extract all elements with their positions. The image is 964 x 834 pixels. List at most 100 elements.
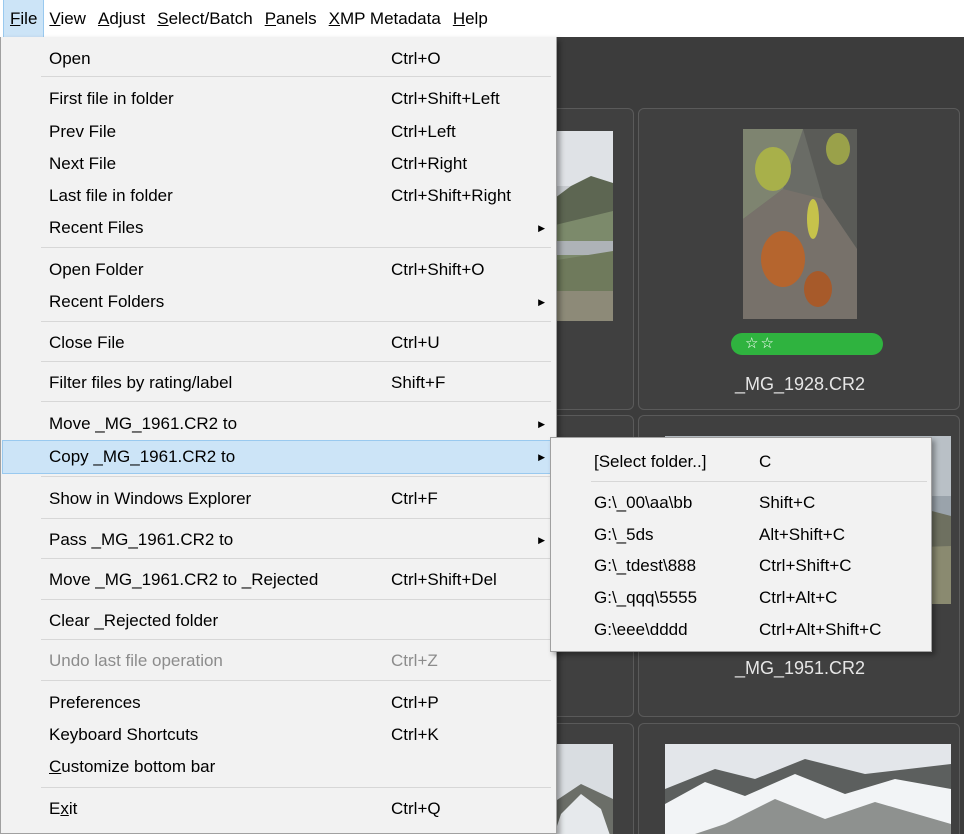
menu-label-rest: ustomize bottom bar — [61, 757, 216, 776]
menu-item-label: Next File — [49, 154, 117, 173]
menu-item-exit[interactable]: Exit Ctrl+Q — [3, 793, 555, 825]
menu-file[interactable]: File — [2, 0, 45, 38]
menu-help[interactable]: Help — [447, 0, 494, 37]
menu-item-label: Open Folder — [49, 260, 144, 279]
menu-item-shortcut: Ctrl+Left — [391, 122, 456, 141]
menu-item-shortcut: Ctrl+Shift+O — [391, 260, 485, 279]
menu-item-keyboard-shortcuts[interactable]: Keyboard Shortcuts Ctrl+K — [3, 719, 555, 751]
menu-item-filter-files[interactable]: Filter files by rating/label Shift+F — [3, 367, 555, 399]
menu-item-undo: Undo last file operation Ctrl+Z — [3, 645, 555, 677]
submenu-item-folder[interactable]: G:\_tdest\888 Ctrl+Shift+C — [553, 551, 929, 581]
menu-file-rest: ile — [20, 9, 38, 28]
menu-item-pass-to[interactable]: Pass _MG_1961.CR2 to ▶ — [3, 524, 555, 556]
submenu-item-shortcut: Shift+C — [759, 493, 816, 512]
menu-item-next-file[interactable]: Next File Ctrl+Right — [3, 148, 555, 180]
menu-item-label: Move _MG_1961.CR2 to _Rejected — [49, 570, 319, 589]
menu-item-label: Copy _MG_1961.CR2 to — [49, 447, 236, 466]
menu-item-shortcut: Ctrl+O — [391, 49, 441, 68]
submenu-arrow-icon: ▶ — [538, 419, 545, 429]
thumbnail-image-1928 — [743, 129, 857, 319]
menu-panels[interactable]: Panels — [259, 0, 323, 37]
menu-item-copy-to[interactable]: Copy _MG_1961.CR2 to ▶ — [2, 440, 556, 474]
menu-item-show-in-explorer[interactable]: Show in Windows Explorer Ctrl+F — [3, 483, 555, 515]
menu-adjust[interactable]: Adjust — [92, 0, 151, 37]
submenu-item-folder[interactable]: G:\_qqq\5555 Ctrl+Alt+C — [553, 583, 929, 613]
submenu-item-shortcut: Alt+Shift+C — [759, 525, 845, 544]
menu-item-prev-file[interactable]: Prev File Ctrl+Left — [3, 116, 555, 148]
menu-item-label: Recent Folders — [49, 292, 165, 311]
menu-view-accel: V — [49, 9, 61, 28]
rating-badge[interactable]: ☆☆ — [731, 333, 883, 355]
menu-select-batch[interactable]: Select/Batch — [151, 0, 258, 37]
menu-xmp-rest: MP Metadata — [340, 9, 441, 28]
menu-adjust-rest: djust — [109, 9, 146, 28]
menu-item-label: Recent Files — [49, 218, 144, 237]
menu-item-clear-rejected[interactable]: Clear _Rejected folder — [3, 605, 555, 637]
menu-separator — [41, 787, 551, 788]
submenu-item-select-folder[interactable]: [Select folder..] C — [553, 447, 929, 477]
menu-item-shortcut: Ctrl+Q — [391, 799, 441, 818]
thumbnail-cell-1928[interactable]: ☆☆ _MG_1928.CR2 — [638, 108, 960, 410]
menu-panels-accel: P — [264, 9, 277, 28]
thumbnail-cell[interactable] — [638, 723, 960, 834]
submenu-item-folder[interactable]: G:\_00\aa\bb Shift+C — [553, 488, 929, 518]
menu-separator — [41, 639, 551, 640]
menu-adjust-accel: A — [97, 9, 110, 28]
menu-separator — [41, 558, 551, 559]
submenu-item-label: G:\_qqq\5555 — [594, 588, 698, 607]
menu-separator — [41, 321, 551, 322]
menu-item-move-to[interactable]: Move _MG_1961.CR2 to ▶ — [3, 408, 555, 440]
menu-xmp-metadata[interactable]: XMP Metadata — [323, 0, 447, 37]
submenu-arrow-icon: ▶ — [538, 535, 545, 545]
rating-stars: ☆☆ — [745, 335, 776, 352]
submenu-arrow-icon: ▶ — [538, 223, 545, 233]
menu-item-label: Preferences — [49, 693, 141, 712]
menu-item-label: Filter files by rating/label — [49, 373, 233, 392]
menu-item-label: Clear _Rejected folder — [49, 611, 219, 630]
menu-view-rest: iew — [60, 9, 86, 28]
menu-panels-rest: anels — [276, 9, 317, 28]
menu-separator — [41, 361, 551, 362]
menu-item-shortcut: Ctrl+F — [391, 489, 438, 508]
menu-accel-letter: C — [49, 757, 62, 776]
menu-select-batch-accel: S — [157, 9, 169, 28]
menu-separator — [591, 481, 927, 482]
menu-item-label: Open — [49, 49, 91, 68]
menu-accel-letter: x — [60, 799, 69, 818]
thumbnail-image — [551, 131, 613, 321]
submenu-item-shortcut: Ctrl+Shift+C — [759, 556, 852, 575]
menu-separator — [41, 76, 551, 77]
menu-view[interactable]: View — [43, 0, 92, 37]
menu-item-recent-folders[interactable]: Recent Folders ▶ — [3, 286, 555, 318]
menu-item-recent-files[interactable]: Recent Files ▶ — [3, 212, 555, 244]
menu-item-open-folder[interactable]: Open Folder Ctrl+Shift+O — [3, 254, 555, 286]
menu-separator — [41, 518, 551, 519]
menu-item-move-rejected[interactable]: Move _MG_1961.CR2 to _Rejected Ctrl+Shift… — [3, 564, 555, 596]
menu-label-rest: it — [68, 799, 78, 818]
submenu-item-shortcut: Ctrl+Alt+C — [759, 588, 838, 607]
thumbnail-image — [665, 744, 951, 834]
menu-item-label: Close File — [49, 333, 125, 352]
menu-item-shortcut: Ctrl+K — [391, 725, 439, 744]
submenu-item-folder[interactable]: G:\_5ds Alt+Shift+C — [553, 520, 929, 550]
submenu-item-folder[interactable]: G:\eee\dddd Ctrl+Alt+Shift+C — [553, 615, 929, 645]
submenu-item-shortcut: C — [759, 452, 772, 471]
menu-item-shortcut: Ctrl+Z — [391, 651, 438, 670]
menu-help-accel: H — [452, 9, 466, 28]
menu-help-rest: elp — [465, 9, 488, 28]
menu-item-open[interactable]: Open Ctrl+O — [3, 43, 555, 75]
thumbnail-filename: _MG_1928.CR2 — [734, 374, 866, 394]
menu-item-shortcut: Ctrl+Shift+Right — [391, 186, 511, 205]
menu-item-last-file[interactable]: Last file in folder Ctrl+Shift+Right — [3, 180, 555, 212]
menu-item-label: Undo last file operation — [49, 651, 223, 670]
submenu-item-label: [Select folder..] — [594, 452, 707, 471]
menu-separator — [41, 599, 551, 600]
thumbnail-image — [551, 744, 613, 834]
menu-item-close-file[interactable]: Close File Ctrl+U — [3, 327, 555, 359]
menu-bar: File View Adjust Select/Batch Panels XMP… — [0, 0, 964, 38]
menu-item-first-file[interactable]: First file in folder Ctrl+Shift+Left — [3, 83, 555, 115]
menu-item-preferences[interactable]: Preferences Ctrl+P — [3, 687, 555, 719]
menu-item-label: Customize bottom bar — [49, 751, 215, 783]
menu-item-label: Last file in folder — [49, 186, 173, 205]
menu-item-customize-bottom-bar[interactable]: Customize bottom bar — [3, 751, 555, 783]
